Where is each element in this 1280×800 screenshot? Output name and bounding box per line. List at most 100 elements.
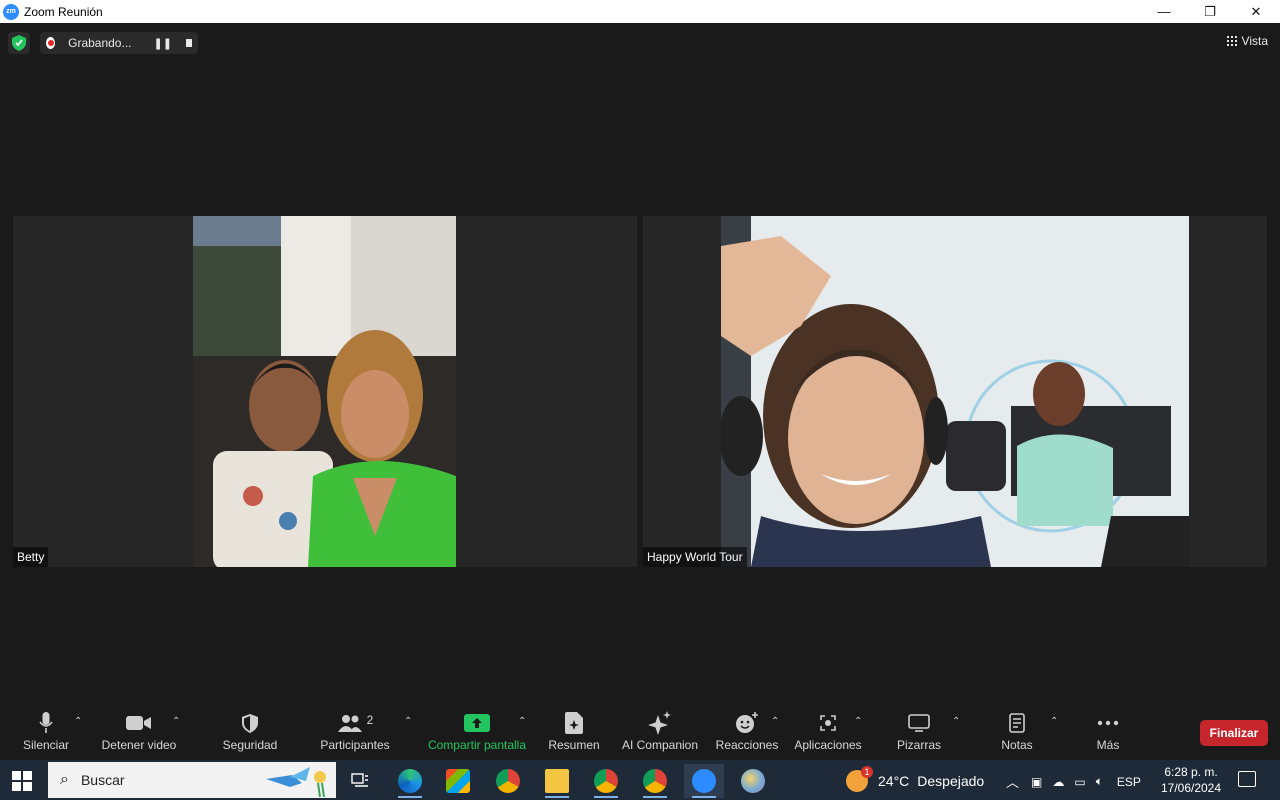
clock-date: 17/06/2024 bbox=[1160, 781, 1222, 795]
zoom-taskbar-icon[interactable] bbox=[684, 764, 724, 798]
video-label: Detener video bbox=[101, 738, 177, 752]
more-button[interactable]: Más bbox=[1090, 708, 1126, 760]
minimize-button[interactable]: — bbox=[1141, 0, 1187, 23]
video-options-caret-icon[interactable]: ⌃ bbox=[172, 716, 180, 727]
reactions-label: Reacciones bbox=[715, 738, 779, 752]
apps-options-caret-icon[interactable]: ⌃ bbox=[854, 716, 862, 727]
volume-icon[interactable]: 🔈︎ bbox=[1096, 774, 1103, 789]
close-button[interactable]: ✕ bbox=[1233, 0, 1279, 23]
encryption-shield-icon[interactable] bbox=[8, 32, 30, 54]
view-button-label: Vista bbox=[1241, 34, 1268, 48]
participants-label: Participantes bbox=[320, 738, 390, 752]
security-button[interactable]: Seguridad bbox=[222, 708, 278, 760]
language-indicator[interactable]: ESP bbox=[1117, 775, 1141, 789]
participant-name-label: Betty bbox=[13, 547, 49, 567]
meet-now-icon[interactable]: ▣ bbox=[1031, 775, 1042, 789]
window-titlebar: zm Zoom Reunión — ❐ ✕ bbox=[0, 0, 1280, 23]
search-icon: ⌕ bbox=[60, 771, 69, 788]
share-screen-icon bbox=[464, 708, 490, 738]
whiteboards-label: Pizarras bbox=[896, 738, 941, 752]
apps-icon bbox=[819, 708, 837, 738]
recording-status: Grabando... bbox=[68, 36, 132, 50]
view-button[interactable]: Vista bbox=[1226, 34, 1268, 48]
weather-widget[interactable]: 1 24°C Despejado bbox=[846, 766, 985, 792]
notes-icon bbox=[1009, 708, 1025, 738]
microphone-icon bbox=[39, 708, 53, 738]
participant-video-happy-world-tour bbox=[721, 216, 1189, 567]
end-meeting-button[interactable]: Finalizar bbox=[1200, 720, 1268, 746]
recording-dot-icon bbox=[46, 37, 56, 49]
file-explorer-icon[interactable] bbox=[537, 764, 577, 798]
summary-button[interactable]: Resumen bbox=[548, 708, 600, 760]
taskbar-clock[interactable]: 6:28 p. m. 17/06/2024 bbox=[1160, 764, 1222, 796]
weather-condition: Despejado bbox=[917, 773, 985, 789]
zoom-app-icon: zm bbox=[3, 3, 19, 20]
grid-icon bbox=[1226, 36, 1237, 46]
participants-options-caret-icon[interactable]: ⌃ bbox=[404, 716, 412, 727]
reactions-button[interactable]: Reacciones bbox=[716, 708, 778, 760]
whiteboards-options-caret-icon[interactable]: ⌃ bbox=[952, 716, 960, 727]
chrome-profile-avatar-icon[interactable] bbox=[635, 764, 675, 798]
participants-button[interactable]: 2 Participantes bbox=[320, 708, 390, 760]
more-dots-icon bbox=[1097, 708, 1119, 738]
audio-options-caret-icon[interactable]: ⌃ bbox=[74, 716, 82, 727]
share-options-caret-icon[interactable]: ⌃ bbox=[518, 716, 526, 727]
whiteboard-icon bbox=[908, 708, 930, 738]
maximize-button[interactable]: ❐ bbox=[1187, 0, 1233, 23]
chrome-browser-icon[interactable] bbox=[488, 764, 528, 798]
network-icon[interactable]: ▭ bbox=[1074, 775, 1085, 789]
notes-options-caret-icon[interactable]: ⌃ bbox=[1050, 716, 1058, 727]
system-tray: ︿ ▣ ☁ ▭ 🔈︎ ESP bbox=[1006, 772, 1141, 791]
notification-center-icon[interactable] bbox=[1238, 771, 1256, 787]
shield-icon bbox=[242, 708, 258, 738]
notes-button[interactable]: Notas bbox=[996, 708, 1038, 760]
apps-button[interactable]: Aplicaciones bbox=[794, 708, 862, 760]
microsoft-store-icon[interactable] bbox=[438, 764, 478, 798]
edge-browser-icon[interactable] bbox=[390, 764, 430, 798]
summary-label: Resumen bbox=[548, 738, 600, 752]
windows-start-icon[interactable] bbox=[12, 771, 32, 791]
ai-companion-label: AI Companion bbox=[621, 738, 699, 752]
mute-label: Silenciar bbox=[22, 738, 70, 752]
paint-app-icon[interactable] bbox=[733, 764, 773, 798]
notes-label: Notas bbox=[1001, 738, 1033, 752]
weather-badge: 1 bbox=[861, 766, 873, 778]
meeting-toolbar: Silenciar ⌃ Detener video ⌃ Seguridad 2 … bbox=[0, 708, 1280, 760]
taskbar-search-box[interactable]: ⌕ Buscar bbox=[48, 762, 336, 798]
pause-recording-button[interactable]: ❚❚ bbox=[153, 37, 171, 50]
taskbar-search-placeholder: Buscar bbox=[80, 772, 125, 788]
meeting-area: Grabando... ❚❚ Vista Betty Happy World T… bbox=[0, 23, 1280, 708]
recording-indicator: Grabando... ❚❚ bbox=[40, 32, 198, 54]
reactions-options-caret-icon[interactable]: ⌃ bbox=[771, 716, 779, 727]
stop-recording-button[interactable] bbox=[185, 39, 192, 47]
video-tile-happy-world-tour[interactable]: Happy World Tour bbox=[643, 216, 1267, 567]
ai-companion-button[interactable]: AI Companion bbox=[620, 708, 700, 760]
chrome-profile-e-icon[interactable] bbox=[586, 764, 626, 798]
participants-count: 2 bbox=[366, 713, 374, 727]
mute-button[interactable]: Silenciar bbox=[22, 708, 70, 760]
stop-video-button[interactable]: Detener video bbox=[102, 708, 176, 760]
temperature: 24°C bbox=[878, 773, 910, 789]
apps-label: Aplicaciones bbox=[794, 738, 862, 752]
clock-time: 6:28 p. m. bbox=[1164, 765, 1218, 779]
task-view-icon[interactable] bbox=[340, 764, 380, 798]
hummingbird-illustration-icon bbox=[266, 767, 326, 797]
window-title: Zoom Reunión bbox=[24, 4, 103, 19]
weather-moon-icon: 1 bbox=[846, 766, 873, 792]
participant-name-label: Happy World Tour bbox=[643, 547, 747, 567]
security-label: Seguridad bbox=[222, 738, 278, 752]
sparkle-icon bbox=[648, 708, 672, 738]
participant-video-betty bbox=[193, 216, 456, 567]
video-tile-betty[interactable]: Betty bbox=[13, 216, 637, 567]
video-camera-icon bbox=[126, 708, 152, 738]
share-screen-label: Compartir pantalla bbox=[427, 738, 527, 752]
windows-taskbar: ⌕ Buscar 1 24°C Despejado ︿ ▣ ☁ ▭ 🔈︎ ESP… bbox=[0, 760, 1280, 800]
participants-icon: 2 bbox=[337, 708, 374, 738]
recording-bar: Grabando... ❚❚ bbox=[8, 32, 198, 54]
show-hidden-icons-chevron-icon[interactable]: ︿ bbox=[1006, 772, 1019, 791]
more-label: Más bbox=[1096, 738, 1120, 752]
onedrive-icon[interactable]: ☁ bbox=[1052, 775, 1064, 789]
summary-document-icon bbox=[565, 708, 583, 738]
whiteboards-button[interactable]: Pizarras bbox=[894, 708, 944, 760]
share-screen-button[interactable]: Compartir pantalla bbox=[426, 708, 528, 760]
